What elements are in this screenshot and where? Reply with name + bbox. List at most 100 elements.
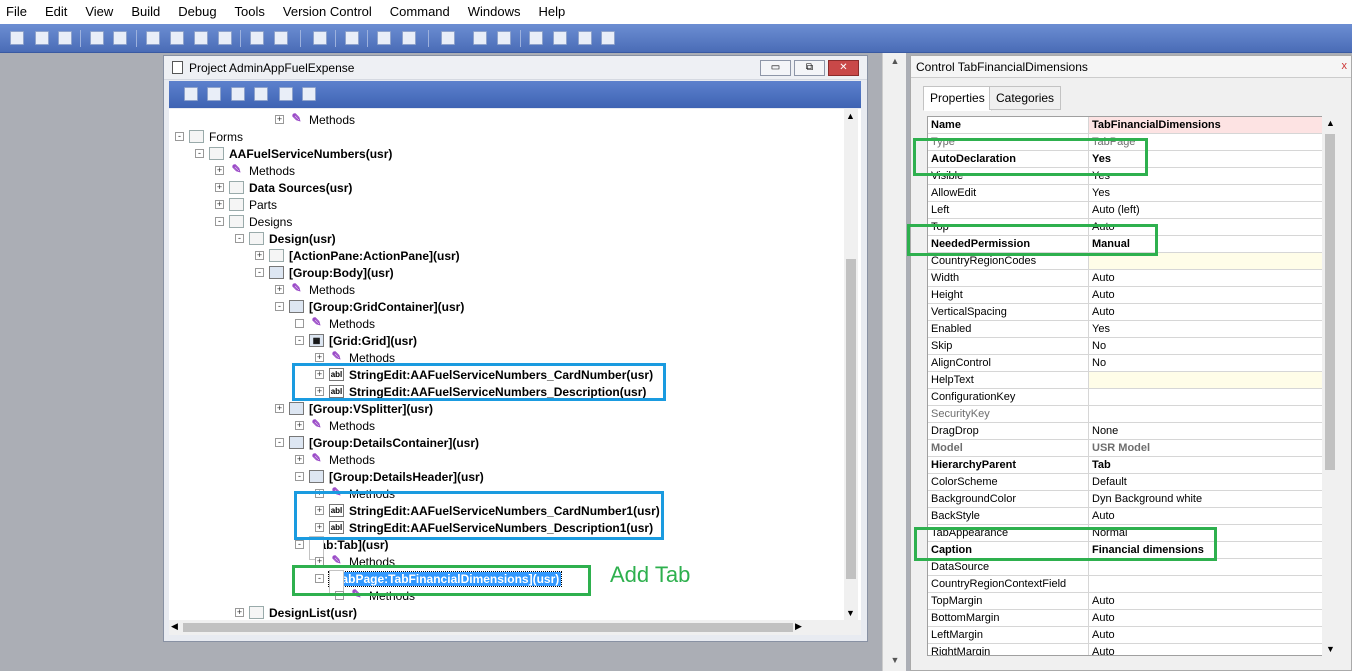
expand-icon[interactable]: + bbox=[315, 387, 324, 396]
tree-node[interactable]: ✎ Methods bbox=[335, 587, 415, 604]
collapse-icon[interactable]: - bbox=[315, 574, 324, 583]
editor-icon[interactable] bbox=[473, 31, 487, 45]
property-row[interactable]: AlignControl No bbox=[928, 355, 1322, 372]
menu-tools[interactable]: Tools bbox=[226, 0, 274, 24]
property-row[interactable]: Left Auto (left) bbox=[928, 202, 1322, 219]
property-row[interactable]: HierarchyParent Tab bbox=[928, 457, 1322, 474]
grid-icon[interactable] bbox=[302, 87, 316, 101]
doc-icon-1[interactable] bbox=[529, 31, 543, 45]
property-value[interactable]: No bbox=[1088, 338, 1322, 354]
property-row[interactable]: DataSource bbox=[928, 559, 1322, 576]
property-row[interactable]: Top Auto bbox=[928, 219, 1322, 236]
menu-command[interactable]: Command bbox=[381, 0, 459, 24]
compile-icon[interactable] bbox=[345, 31, 359, 45]
aot-icon[interactable] bbox=[313, 31, 327, 45]
tree-horizontal-scrollbar[interactable]: ◀ ▶ bbox=[169, 620, 861, 635]
tree-node[interactable]: + [ActionPane:ActionPane](usr) bbox=[255, 247, 460, 264]
property-value[interactable]: USR Model bbox=[1088, 440, 1322, 456]
property-row[interactable]: Visible Yes bbox=[928, 168, 1322, 185]
open-icon[interactable] bbox=[184, 87, 198, 101]
collapse-icon[interactable]: - bbox=[255, 268, 264, 277]
collapse-icon[interactable]: - bbox=[175, 132, 184, 141]
menu-help[interactable]: Help bbox=[530, 0, 575, 24]
property-value[interactable] bbox=[1088, 372, 1322, 388]
tree-vertical-scrollbar[interactable]: ▲ ▼ bbox=[844, 109, 858, 620]
property-value[interactable]: None bbox=[1088, 423, 1322, 439]
scroll-thumb[interactable] bbox=[1325, 134, 1335, 470]
property-row[interactable]: Width Auto bbox=[928, 270, 1322, 287]
tree-node[interactable]: - Designs bbox=[215, 213, 292, 230]
property-row[interactable]: Type TabPage bbox=[928, 134, 1322, 151]
property-value[interactable]: Auto bbox=[1088, 287, 1322, 303]
collapse-icon[interactable]: - bbox=[275, 302, 284, 311]
property-value[interactable] bbox=[1088, 576, 1322, 592]
property-value[interactable]: Auto bbox=[1088, 593, 1322, 609]
properties-icon[interactable] bbox=[207, 87, 221, 101]
import-icon[interactable] bbox=[402, 31, 416, 45]
tree-node[interactable]: + ✎ Methods bbox=[275, 281, 355, 298]
property-row[interactable]: BackgroundColor Dyn Background white bbox=[928, 491, 1322, 508]
property-row[interactable]: SecurityKey bbox=[928, 406, 1322, 423]
doc-icon-2[interactable] bbox=[553, 31, 567, 45]
restore-button[interactable]: ⧉ bbox=[794, 60, 825, 76]
property-value[interactable]: Dyn Background white bbox=[1088, 491, 1322, 507]
property-row[interactable]: CountryRegionCodes bbox=[928, 253, 1322, 270]
find-next-icon[interactable] bbox=[274, 31, 288, 45]
minimize-button[interactable]: ▭ bbox=[760, 60, 791, 76]
property-value[interactable]: Auto bbox=[1088, 304, 1322, 320]
collapse-icon[interactable]: - bbox=[195, 149, 204, 158]
import-icon[interactable] bbox=[254, 87, 268, 101]
property-row[interactable]: RightMargin Auto bbox=[928, 644, 1322, 655]
property-value[interactable]: Auto bbox=[1088, 508, 1322, 524]
properties-icon[interactable] bbox=[146, 31, 160, 45]
collapse-icon[interactable]: - bbox=[275, 438, 284, 447]
copy-icon[interactable] bbox=[194, 31, 208, 45]
property-value[interactable]: Financial dimensions bbox=[1088, 542, 1322, 558]
menu-debug[interactable]: Debug bbox=[169, 0, 225, 24]
property-row[interactable]: ConfigurationKey bbox=[928, 389, 1322, 406]
property-row[interactable]: Caption Financial dimensions bbox=[928, 542, 1322, 559]
expand-icon[interactable]: + bbox=[315, 557, 324, 566]
expand-icon[interactable]: + bbox=[315, 353, 324, 362]
tree-node[interactable]: + DesignList(usr) bbox=[235, 604, 357, 620]
property-row[interactable]: DragDrop None bbox=[928, 423, 1322, 440]
find-icon[interactable] bbox=[250, 31, 264, 45]
tree-node[interactable]: + ✎ Methods bbox=[215, 162, 295, 179]
tree-node[interactable]: + abl StringEdit:AAFuelServiceNumbers_Desc… bbox=[315, 383, 646, 400]
tree-node[interactable]: - Design(usr) bbox=[235, 230, 336, 247]
property-row[interactable]: CountryRegionContextField bbox=[928, 576, 1322, 593]
tree-node[interactable]: + abl StringEdit:AAFuelServiceNumbers_Desc… bbox=[315, 519, 653, 536]
property-value[interactable] bbox=[1088, 559, 1322, 575]
collapse-icon[interactable]: - bbox=[295, 472, 304, 481]
expand-icon[interactable]: + bbox=[215, 166, 224, 175]
menu-windows[interactable]: Windows bbox=[459, 0, 530, 24]
tree-node[interactable]: - [Group:GridContainer](usr) bbox=[275, 298, 464, 315]
print-icon[interactable] bbox=[90, 31, 104, 45]
expand-icon[interactable]: + bbox=[275, 404, 284, 413]
property-value[interactable]: TabFinancialDimensions bbox=[1088, 117, 1322, 133]
close-icon[interactable]: x bbox=[1342, 60, 1348, 72]
menu-edit[interactable]: Edit bbox=[36, 0, 76, 24]
property-row[interactable]: LeftMargin Auto bbox=[928, 627, 1322, 644]
expand-icon[interactable]: + bbox=[275, 115, 284, 124]
property-value[interactable]: No bbox=[1088, 355, 1322, 371]
collapse-icon[interactable]: - bbox=[215, 217, 224, 226]
menu-file[interactable]: File bbox=[0, 0, 36, 24]
tree-node[interactable]: - [Tab:Tab](usr) bbox=[295, 536, 389, 560]
list-icon[interactable] bbox=[497, 31, 511, 45]
collapse-icon[interactable]: - bbox=[235, 234, 244, 243]
property-row[interactable]: Name TabFinancialDimensions bbox=[928, 117, 1322, 134]
property-row[interactable]: Skip No bbox=[928, 338, 1322, 355]
property-row[interactable]: Enabled Yes bbox=[928, 321, 1322, 338]
tree-node[interactable]: - AAFuelServiceNumbers(usr) bbox=[195, 145, 392, 162]
paste-icon[interactable] bbox=[218, 31, 232, 45]
tree-node[interactable]: + ✎ Methods bbox=[295, 451, 375, 468]
property-value[interactable]: Normal bbox=[1088, 525, 1322, 541]
collapse-icon[interactable]: - bbox=[295, 540, 304, 549]
tree-node[interactable]: + abl StringEdit:AAFuelServiceNumbers_Card… bbox=[315, 502, 660, 519]
filter-icon[interactable] bbox=[377, 31, 391, 45]
property-value[interactable]: Auto bbox=[1088, 270, 1322, 286]
scroll-down-icon[interactable]: ▼ bbox=[846, 608, 855, 618]
alert-icon[interactable] bbox=[441, 31, 455, 45]
property-grid-scrollbar[interactable]: ▲ ▼ bbox=[1322, 116, 1338, 656]
